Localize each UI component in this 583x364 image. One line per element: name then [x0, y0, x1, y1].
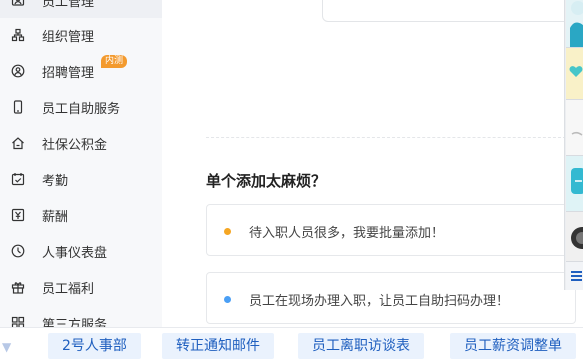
- section-title: 单个添加太麻烦？: [206, 172, 327, 190]
- upload-card: [322, 0, 582, 22]
- widget-1[interactable]: [566, 0, 583, 48]
- tip-text: 员工在现场办理入职，让员工自助扫码办理！: [249, 294, 510, 309]
- widget-menu[interactable]: [566, 262, 583, 290]
- sidebar: 员工管理 组织管理 招聘管理 内测 员工自助服务 社保公积金 考勤 薪酬 人事仪…: [0, 0, 162, 364]
- sidebar-item-label: 员工福利: [42, 281, 95, 297]
- calendar-icon: [10, 171, 26, 187]
- recruit-icon: [10, 63, 26, 79]
- widget-2[interactable]: [566, 48, 583, 100]
- gift-icon: [10, 279, 26, 295]
- tip-text: 待入职人员很多，我要批量添加！: [249, 226, 445, 241]
- widget-3[interactable]: [566, 100, 583, 156]
- sidebar-item-label: 人事仪表盘: [42, 245, 108, 261]
- hand-icon: [571, 131, 583, 136]
- employee-icon: [10, 0, 26, 8]
- link-hr-dept[interactable]: 2号人事部: [48, 333, 141, 359]
- widget-5[interactable]: [566, 212, 583, 262]
- chevron-down-icon: ▼: [2, 340, 12, 354]
- batch-add-option[interactable]: 待入职人员很多，我要批量添加！: [206, 204, 576, 256]
- widget-4[interactable]: [566, 156, 583, 212]
- phone-icon: [10, 99, 26, 115]
- sidebar-item-social-security[interactable]: 社保公积金: [0, 125, 162, 161]
- sidebar-item-recruit[interactable]: 招聘管理 内测: [0, 53, 162, 89]
- menu-icon: [571, 271, 582, 281]
- house-icon: [10, 135, 26, 151]
- chat-icon: [571, 168, 583, 194]
- sidebar-item-employee[interactable]: 员工管理: [0, 0, 162, 18]
- app-window: 员工管理 组织管理 招聘管理 内测 员工自助服务 社保公积金 考勤 薪酬 人事仪…: [0, 0, 583, 364]
- sidebar-item-dashboard[interactable]: 人事仪表盘: [0, 233, 162, 269]
- avatar-icon: [570, 1, 583, 47]
- beta-badge: 内测: [101, 55, 128, 68]
- sidebar-item-benefits[interactable]: 员工福利: [0, 269, 162, 305]
- link-salary-adjustment[interactable]: 员工薪资调整单: [450, 333, 576, 359]
- sidebar-item-attendance[interactable]: 考勤: [0, 161, 162, 197]
- profile-icon: [571, 227, 583, 249]
- blue-dot-icon: [224, 296, 231, 303]
- section-divider: [206, 137, 566, 138]
- sidebar-item-label: 员工自助服务: [42, 101, 121, 117]
- right-widget-strip: [564, 0, 583, 290]
- dashboard-icon: [10, 243, 26, 259]
- sidebar-item-label: 员工管理: [42, 0, 95, 10]
- link-exit-interview[interactable]: 员工离职访谈表: [298, 333, 424, 359]
- self-scan-option[interactable]: 员工在现场办理入职，让员工自助扫码办理！: [206, 272, 576, 324]
- main-content: 单个添加太麻烦？ 待入职人员很多，我要批量添加！ 员工在现场办理入职，让员工自助…: [162, 0, 582, 364]
- sidebar-item-self-service[interactable]: 员工自助服务: [0, 89, 162, 125]
- salary-icon: [10, 207, 26, 223]
- heart-icon: [569, 66, 583, 77]
- link-regularization-email[interactable]: 转正通知邮件: [162, 333, 274, 359]
- sidebar-item-label: 招聘管理: [42, 65, 95, 81]
- sidebar-item-label: 社保公积金: [42, 137, 108, 153]
- org-icon: [10, 27, 26, 43]
- sidebar-item-label: 组织管理: [42, 29, 95, 45]
- orange-dot-icon: [224, 228, 231, 235]
- sidebar-item-org[interactable]: 组织管理: [0, 17, 162, 53]
- sidebar-item-label: 考勤: [42, 173, 69, 189]
- sidebar-item-salary[interactable]: 薪酬: [0, 197, 162, 233]
- bottom-link-bar: ▼ 2号人事部 转正通知邮件 员工离职访谈表 员工薪资调整单: [0, 327, 583, 364]
- sidebar-item-label: 薪酬: [42, 209, 69, 225]
